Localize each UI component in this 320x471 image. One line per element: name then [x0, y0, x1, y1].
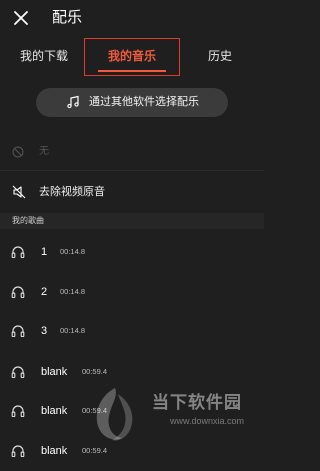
watermark: 当下软件园 www.downxia.com [84, 378, 264, 467]
page-title: 配乐 [52, 9, 83, 26]
music-note-icon [67, 95, 79, 109]
close-button[interactable] [12, 9, 30, 27]
downxia-logo-icon [96, 388, 133, 441]
song-title: blank [41, 405, 68, 417]
remove-original-sound-option[interactable]: 去除视频原音 [0, 176, 264, 208]
song-title: blank [41, 366, 68, 378]
headphones-icon [11, 325, 25, 338]
song-title: 3 [41, 325, 48, 337]
tab-my-downloads[interactable]: 我的下载 [10, 38, 78, 76]
my-songs-section-header: 我的歌曲 [0, 213, 264, 229]
song-duration: 00:14.8 [60, 287, 86, 296]
headphones-icon [11, 405, 25, 418]
song-title: blank [41, 445, 68, 457]
song-item[interactable]: 1 00:14.8 [0, 232, 264, 272]
watermark-url: www.downxia.com [170, 416, 245, 426]
divider [0, 170, 264, 171]
mute-speaker-icon [12, 185, 26, 199]
headphones-icon [11, 366, 25, 379]
song-duration: 00:14.8 [60, 247, 86, 256]
song-title: 1 [41, 246, 48, 258]
remove-original-sound-label: 去除视频原音 [39, 186, 105, 198]
watermark-text: 当下软件园 [152, 393, 242, 412]
choose-music-label: 通过其他软件选择配乐 [89, 96, 199, 108]
song-item[interactable]: 3 00:14.8 [0, 311, 264, 351]
no-music-option[interactable]: 无 [0, 134, 264, 168]
song-item[interactable]: 2 00:14.8 [0, 272, 264, 312]
tab-history[interactable]: 历史 [188, 38, 252, 76]
headphones-icon [11, 246, 25, 259]
tab-highlight-box [84, 38, 180, 76]
song-title: 2 [41, 286, 48, 298]
prohibited-icon [12, 146, 24, 158]
close-icon [14, 11, 28, 25]
top-bar: 配乐 [0, 0, 264, 38]
song-duration: 00:14.8 [60, 326, 86, 335]
headphones-icon [11, 445, 25, 458]
no-music-label: 无 [39, 146, 49, 157]
headphones-icon [11, 286, 25, 299]
choose-music-from-other-app-button[interactable]: 通过其他软件选择配乐 [36, 88, 228, 117]
